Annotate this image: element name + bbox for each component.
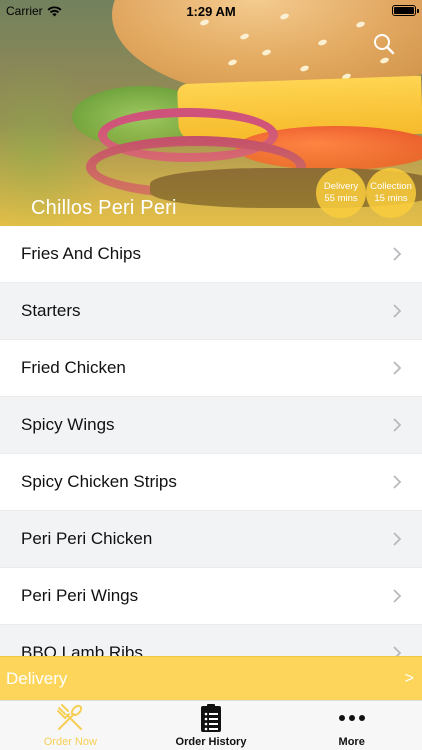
wifi-icon (47, 5, 62, 16)
collection-time-badge: Collection 15 mins (366, 168, 416, 218)
clipboard-list-icon (194, 701, 228, 735)
clock: 1:29 AM (186, 3, 236, 19)
menu-item-bbq-lamb-ribs[interactable]: BBQ Lamb Ribs (0, 625, 422, 656)
menu-item-peri-peri-wings[interactable]: Peri Peri Wings (0, 568, 422, 625)
delivery-badge-time: 55 mins (324, 193, 358, 204)
chevron-right-icon (393, 418, 402, 432)
delivery-time-badge: Delivery 55 mins (316, 168, 366, 218)
delivery-mode-bar[interactable]: Delivery > (0, 656, 422, 700)
menu-item-label: Starters (21, 301, 81, 320)
collection-badge-label: Collection (370, 181, 412, 192)
chevron-right-icon (393, 304, 402, 318)
more-dots-icon (335, 701, 369, 735)
chevron-right-icon (393, 532, 402, 546)
menu-item-peri-peri-chicken[interactable]: Peri Peri Chicken (0, 511, 422, 568)
chevron-right-icon (393, 646, 402, 656)
tab-more[interactable]: More (281, 701, 422, 750)
tab-label: Order History (175, 736, 247, 748)
collection-badge-time: 15 mins (374, 193, 408, 204)
menu-item-spicy-wings[interactable]: Spicy Wings (0, 397, 422, 454)
menu-item-label: Fries And Chips (21, 244, 141, 263)
tab-label: Order Now (43, 736, 97, 748)
menu-item-fries-and-chips[interactable]: Fries And Chips (0, 226, 422, 283)
search-button[interactable] (372, 32, 396, 56)
chevron-right-icon: > (404, 669, 414, 687)
delivery-badge-label: Delivery (323, 181, 359, 192)
carrier-indicator: Carrier (6, 4, 62, 18)
battery-icon (392, 5, 419, 16)
menu-item-label: Peri Peri Chicken (21, 529, 153, 548)
status-bar: Carrier 1:29 AM (0, 0, 422, 22)
chevron-right-icon (393, 361, 402, 375)
chevron-right-icon (393, 589, 402, 603)
tab-order-now[interactable]: Order Now (0, 701, 141, 750)
tab-label: More (338, 736, 365, 748)
menu-item-label: Fried Chicken (21, 358, 126, 377)
fork-spoon-icon (53, 701, 87, 735)
tab-bar: Order Now Order History More (0, 700, 422, 750)
menu-item-fried-chicken[interactable]: Fried Chicken (0, 340, 422, 397)
menu-item-starters[interactable]: Starters (0, 283, 422, 340)
chevron-right-icon (393, 475, 402, 489)
carrier-label: Carrier (6, 4, 43, 18)
menu-item-label: Spicy Wings (21, 415, 115, 434)
menu-item-label: Spicy Chicken Strips (21, 472, 177, 491)
menu-item-label: BBQ Lamb Ribs (21, 643, 143, 656)
menu-category-list[interactable]: Fries And Chips Starters Fried Chicken S… (0, 226, 422, 656)
delivery-bar-label: Delivery (6, 668, 68, 688)
restaurant-name: Chillos Peri Peri (31, 197, 177, 219)
chevron-right-icon (393, 247, 402, 261)
hero-banner: Carrier 1:29 AM Chillos Peri Peri Delive… (0, 0, 422, 226)
tab-order-history[interactable]: Order History (141, 701, 282, 750)
menu-item-spicy-chicken-strips[interactable]: Spicy Chicken Strips (0, 454, 422, 511)
search-icon (374, 34, 395, 55)
menu-item-label: Peri Peri Wings (21, 586, 139, 605)
